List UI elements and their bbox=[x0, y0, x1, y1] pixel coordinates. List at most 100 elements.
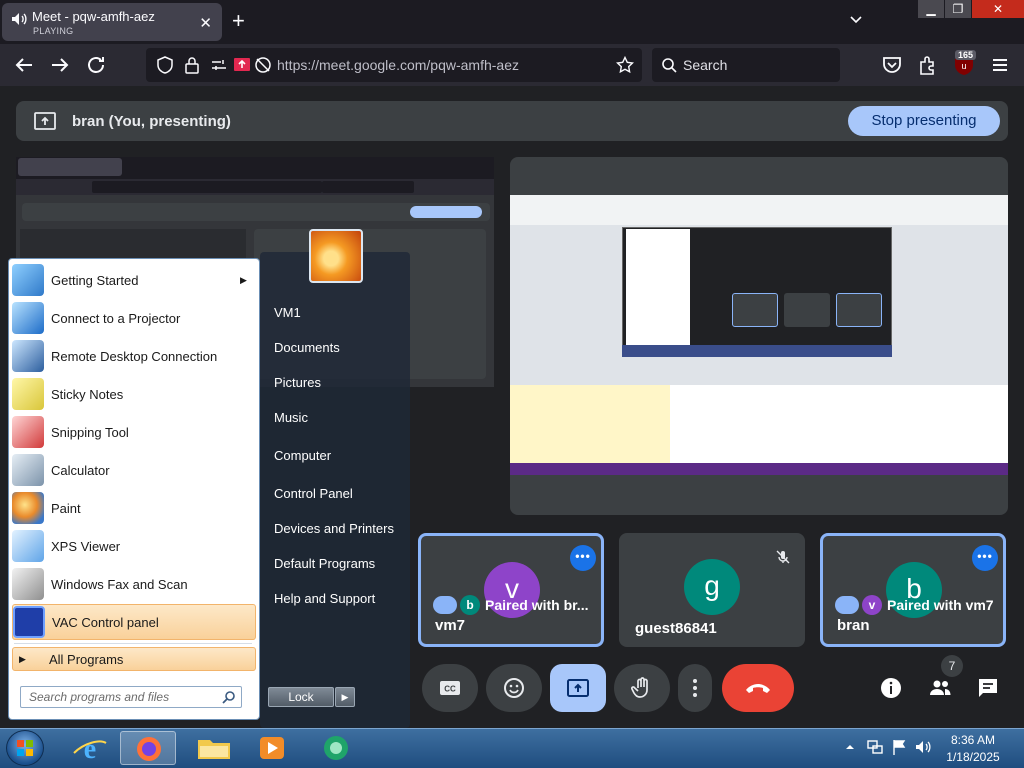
emoji-button[interactable] bbox=[486, 664, 542, 712]
close-tab-icon[interactable]: ✕ bbox=[199, 14, 212, 32]
chat-icon[interactable] bbox=[976, 676, 1000, 700]
start-item-calculator[interactable]: Calculator bbox=[12, 452, 256, 488]
start-item-label: XPS Viewer bbox=[51, 538, 121, 554]
network-icon[interactable] bbox=[866, 738, 884, 756]
start-item-paint[interactable]: Paint bbox=[12, 490, 256, 526]
shield-icon[interactable] bbox=[156, 56, 174, 74]
lock-icon[interactable] bbox=[184, 56, 200, 74]
start-item-label: Getting Started bbox=[51, 272, 139, 288]
shutdown-options-icon[interactable]: ▶ bbox=[335, 687, 355, 707]
extensions-icon[interactable] bbox=[916, 53, 940, 77]
clock-date: 1/18/2025 bbox=[946, 750, 1000, 764]
internet-explorer-icon: e bbox=[73, 734, 107, 765]
start-right-devices-printers[interactable]: Devices and Printers bbox=[274, 521, 394, 536]
start-right-computer[interactable]: Computer bbox=[274, 448, 331, 463]
browser-tab[interactable]: Meet - pqw-amfh-aez PLAYING ✕ bbox=[2, 3, 222, 41]
search-label: Search bbox=[683, 57, 728, 73]
forward-icon[interactable] bbox=[48, 53, 72, 77]
start-search-input[interactable]: Search programs and files bbox=[20, 686, 242, 708]
chevron-down-icon[interactable] bbox=[848, 12, 864, 28]
start-item-getting-started[interactable]: Getting Started bbox=[12, 262, 256, 298]
participant-name: guest86841 bbox=[635, 620, 717, 637]
calculator-icon bbox=[12, 454, 44, 486]
minimize-icon[interactable]: ▁ bbox=[918, 0, 944, 18]
start-right-pictures[interactable]: Pictures bbox=[274, 375, 321, 390]
pocket-icon[interactable] bbox=[880, 53, 904, 77]
start-item-fax-scan[interactable]: Windows Fax and Scan bbox=[12, 566, 256, 602]
participant-tile-vm7[interactable]: v ••• b Paired with br... vm7 bbox=[418, 533, 604, 647]
start-item-label: Remote Desktop Connection bbox=[51, 348, 218, 364]
present-button[interactable] bbox=[550, 664, 606, 712]
remote-desktop-icon bbox=[12, 340, 44, 372]
participant-count-badge: 7 bbox=[941, 655, 963, 677]
mini-avatar: b bbox=[460, 595, 480, 615]
more-options-icon[interactable]: ••• bbox=[570, 545, 596, 571]
start-item-sticky-notes[interactable]: Sticky Notes bbox=[12, 376, 256, 412]
show-hidden-icons-icon[interactable] bbox=[845, 742, 855, 752]
permissions-icon[interactable] bbox=[210, 57, 228, 73]
present-icon bbox=[567, 679, 589, 697]
taskbar-explorer[interactable] bbox=[186, 731, 242, 765]
hand-icon bbox=[631, 677, 648, 698]
extension-badge: 165 bbox=[955, 50, 977, 60]
autoplay-blocked-icon[interactable] bbox=[254, 56, 272, 74]
taskbar-clock[interactable]: 8:36 AM 1/18/2025 bbox=[936, 732, 1010, 766]
tab-status: PLAYING bbox=[33, 26, 74, 36]
start-button-icon[interactable] bbox=[6, 730, 44, 766]
nav-bar: https://meet.google.com/pqw-amfh-aez Sea… bbox=[0, 44, 1024, 86]
taskbar-ie[interactable]: e bbox=[62, 731, 118, 765]
vac-icon bbox=[13, 606, 45, 638]
menu-icon[interactable] bbox=[988, 53, 1012, 77]
raise-hand-button[interactable] bbox=[614, 664, 670, 712]
participant-tile-bran[interactable]: b ••• v Paired with vm7 bran bbox=[820, 533, 1006, 647]
start-right-default-programs[interactable]: Default Programs bbox=[274, 556, 375, 571]
back-icon[interactable] bbox=[12, 53, 36, 77]
speaker-icon[interactable] bbox=[11, 12, 27, 26]
all-programs-button[interactable]: ▶ All Programs bbox=[12, 647, 256, 671]
more-options-icon[interactable]: ••• bbox=[972, 545, 998, 571]
start-right-vm1[interactable]: VM1 bbox=[274, 305, 301, 320]
info-icon[interactable] bbox=[879, 676, 903, 700]
volume-icon[interactable] bbox=[914, 738, 932, 756]
close-window-icon[interactable]: ✕ bbox=[972, 0, 1024, 18]
leave-call-button[interactable] bbox=[722, 664, 794, 712]
start-item-snipping-tool[interactable]: Snipping Tool bbox=[12, 414, 256, 450]
star-icon[interactable] bbox=[616, 56, 634, 74]
presenting-bar: bran (You, presenting) Stop presenting bbox=[16, 101, 1008, 141]
start-item-remote-desktop[interactable]: Remote Desktop Connection bbox=[12, 338, 256, 374]
start-right-documents[interactable]: Documents bbox=[274, 340, 340, 355]
taskbar-media-player[interactable] bbox=[244, 731, 300, 765]
search-bar[interactable]: Search bbox=[652, 48, 840, 82]
start-right-help-support[interactable]: Help and Support bbox=[274, 591, 375, 606]
reload-icon[interactable] bbox=[84, 53, 108, 77]
captions-button[interactable]: CC bbox=[422, 664, 478, 712]
screen-share-icon[interactable] bbox=[233, 56, 251, 74]
paint-icon bbox=[12, 492, 44, 524]
start-right-control-panel[interactable]: Control Panel bbox=[274, 486, 353, 501]
start-item-xps-viewer[interactable]: XPS Viewer bbox=[12, 528, 256, 564]
people-icon[interactable] bbox=[928, 676, 952, 700]
xps-viewer-icon bbox=[12, 530, 44, 562]
svg-text:u: u bbox=[961, 61, 966, 71]
stop-presenting-button[interactable]: Stop presenting bbox=[848, 106, 1000, 136]
taskbar-firefox[interactable] bbox=[120, 731, 176, 765]
lock-button[interactable]: Lock bbox=[268, 687, 334, 707]
url-text: https://meet.google.com/pqw-amfh-aez bbox=[277, 57, 520, 73]
start-item-projector[interactable]: Connect to a Projector bbox=[12, 300, 256, 336]
maximize-icon[interactable]: ❐ bbox=[945, 0, 971, 18]
link-icon bbox=[835, 596, 859, 614]
participant-tile-guest[interactable]: g guest86841 bbox=[619, 533, 805, 647]
presenting-label: bran (You, presenting) bbox=[72, 113, 231, 130]
url-bar[interactable]: https://meet.google.com/pqw-amfh-aez bbox=[146, 48, 642, 82]
taskbar-app[interactable] bbox=[308, 731, 364, 765]
new-tab-icon[interactable]: + bbox=[232, 8, 245, 34]
start-item-vac-control[interactable]: VAC Control panel bbox=[12, 604, 256, 640]
more-options-button[interactable] bbox=[678, 664, 712, 712]
start-item-label: Calculator bbox=[51, 462, 110, 478]
clock-time: 8:36 AM bbox=[950, 733, 996, 747]
folder-icon bbox=[198, 740, 230, 759]
action-center-flag-icon[interactable] bbox=[891, 738, 907, 756]
start-item-label: Connect to a Projector bbox=[51, 310, 181, 326]
user-picture[interactable] bbox=[309, 229, 363, 283]
start-right-music[interactable]: Music bbox=[274, 410, 308, 425]
